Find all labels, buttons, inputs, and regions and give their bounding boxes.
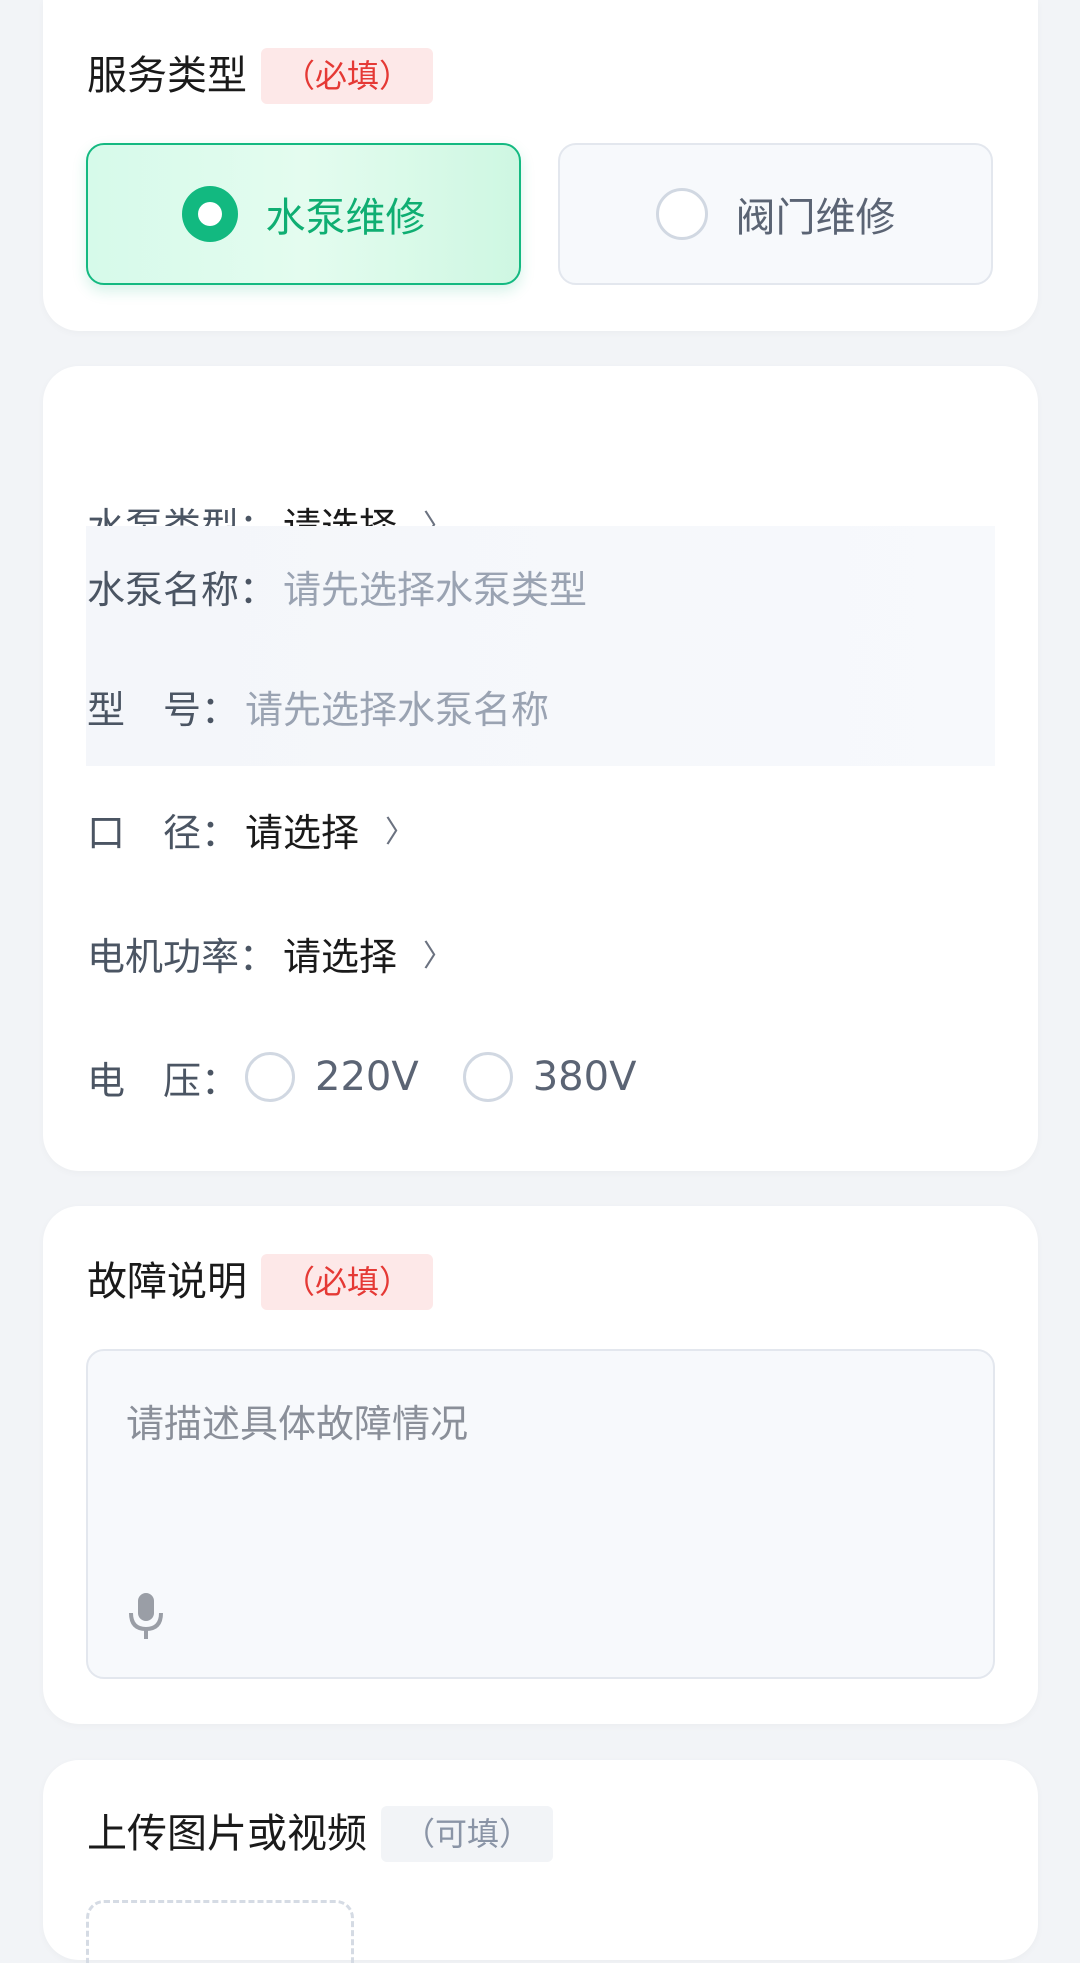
pump-name-label: 水泵名称： [87, 567, 278, 612]
voltage-220-label: 220V [315, 1054, 419, 1100]
pump-name-row: 水泵名称： 请先选择水泵类型 [86, 526, 995, 646]
radio-unselected-icon [655, 188, 708, 240]
pump-form-card: 水泵类型： 请选择 〉 水泵名称： 请先选择水泵类型 型 号： 请先选择水泵名称… [43, 366, 1038, 1171]
service-option-valve[interactable]: 阀门维修 [558, 143, 993, 285]
motor-power-select[interactable]: 请选择 [283, 926, 397, 981]
caliber-select[interactable]: 请选择 [245, 802, 359, 857]
fault-description-input[interactable]: 请描述具体故障情况 [86, 1349, 995, 1679]
optional-tag: （可填） [381, 1806, 554, 1862]
radio-unselected-icon [245, 1052, 296, 1102]
service-option-valve-label: 阀门维修 [735, 195, 896, 241]
radio-selected-icon [181, 186, 238, 242]
upload-add-button[interactable] [86, 1900, 354, 1963]
voltage-option-380[interactable]: 380V [462, 1052, 637, 1102]
model-label: 型 号： [87, 687, 240, 732]
voltage-row: 电 压： 220V 380V [87, 1017, 994, 1137]
fault-title: 故障说明 （必填） [87, 1254, 434, 1310]
service-option-pump-label: 水泵维修 [265, 195, 426, 241]
service-type-label: 服务类型 [87, 53, 247, 99]
model-row: 型 号： 请先选择水泵名称 [86, 646, 995, 766]
voltage-option-220[interactable]: 220V [245, 1052, 419, 1102]
voltage-label: 电 压： [87, 1058, 240, 1103]
caliber-row[interactable]: 口 径： 请选择 〉 [87, 769, 994, 889]
required-tag: （必填） [261, 48, 434, 104]
service-option-pump[interactable]: 水泵维修 [86, 143, 521, 285]
radio-unselected-icon [462, 1052, 513, 1102]
fault-card: 故障说明 （必填） 请描述具体故障情况 [43, 1206, 1038, 1724]
upload-card: 上传图片或视频 （可填） [43, 1760, 1038, 1963]
pump-name-placeholder: 请先选择水泵类型 [283, 567, 588, 612]
required-tag: （必填） [261, 1254, 434, 1310]
service-type-card: 服务类型 （必填） 水泵维修 阀门维修 [43, 0, 1038, 331]
fault-description-placeholder: 请描述具体故障情况 [126, 1402, 469, 1446]
caliber-label: 口 径： [87, 810, 240, 855]
service-type-title: 服务类型 （必填） [87, 48, 434, 104]
upload-title: 上传图片或视频 （可填） [87, 1806, 554, 1862]
upload-label: 上传图片或视频 [87, 1811, 367, 1857]
microphone-icon[interactable] [126, 1591, 166, 1645]
motor-power-row[interactable]: 电机功率： 请选择 〉 [87, 893, 994, 1013]
chevron-right-icon: 〉 [385, 815, 416, 850]
voltage-380-label: 380V [532, 1054, 637, 1100]
fault-label: 故障说明 [87, 1259, 247, 1305]
chevron-right-icon: 〉 [423, 939, 454, 974]
motor-power-label: 电机功率： [87, 934, 278, 979]
model-placeholder: 请先选择水泵名称 [245, 687, 550, 732]
